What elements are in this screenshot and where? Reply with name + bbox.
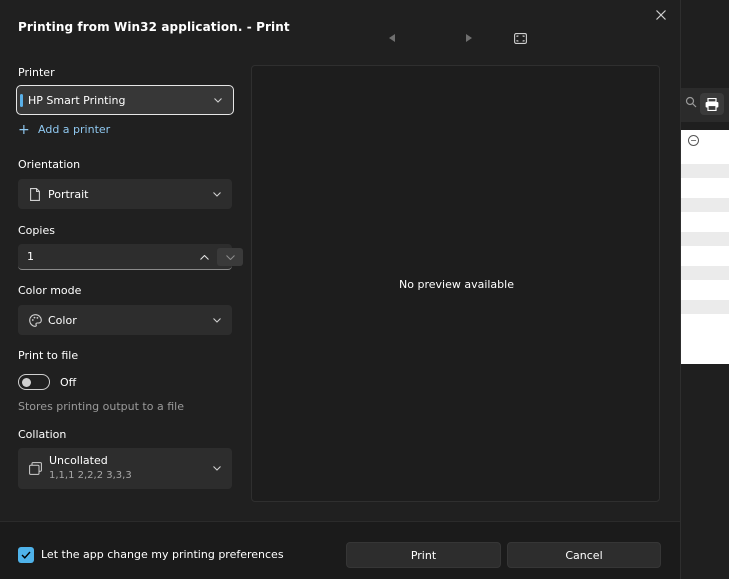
pages-stack-icon [28, 461, 42, 475]
collation-label: Collation [18, 428, 67, 441]
orientation-select[interactable]: Portrait [18, 179, 232, 209]
selection-accent [20, 94, 23, 107]
orientation-label: Orientation [18, 158, 81, 171]
collation-value: Uncollated [49, 454, 108, 467]
color-mode-select[interactable]: Color [18, 305, 232, 335]
background-row [680, 266, 729, 280]
plus-icon: + [18, 121, 30, 138]
increment-copies-button[interactable] [194, 248, 214, 266]
printer-icon[interactable] [700, 93, 724, 115]
copies-number-box[interactable]: 1 [18, 244, 243, 270]
copies-label: Copies [18, 224, 55, 237]
collation-detail: 1,1,1 2,2,2 3,3,3 [49, 470, 132, 481]
add-printer-link[interactable]: + Add a printer [18, 121, 111, 138]
add-printer-label: Add a printer [38, 123, 111, 136]
no-preview-message: No preview available [399, 278, 514, 291]
copies-value: 1 [27, 250, 34, 263]
background-row [680, 164, 729, 178]
background-minus-icon: − [688, 135, 699, 146]
cancel-button[interactable]: Cancel [507, 542, 661, 568]
fit-to-window-icon[interactable] [513, 32, 527, 44]
print-dialog: Printing from Win32 application. - Print… [0, 0, 681, 579]
previous-page-icon[interactable] [385, 30, 399, 46]
page-icon [28, 187, 42, 201]
printer-select[interactable]: HP Smart Printing [16, 85, 234, 115]
print-to-file-hint: Stores printing output to a file [18, 400, 184, 413]
background-row [680, 300, 729, 314]
orientation-value: Portrait [48, 187, 89, 201]
collation-select[interactable]: Uncollated 1,1,1 2,2,2 3,3,3 [18, 448, 232, 489]
print-to-file-label: Print to file [18, 349, 79, 362]
palette-icon [28, 313, 42, 327]
decrement-copies-button[interactable] [217, 248, 243, 266]
toggle-state-label: Off [60, 376, 77, 389]
background-row [680, 232, 729, 246]
close-icon[interactable] [651, 5, 671, 25]
print-to-file-toggle[interactable] [18, 374, 50, 390]
printer-label: Printer [18, 66, 55, 79]
app-preferences-checkbox[interactable] [18, 547, 34, 563]
color-mode-label: Color mode [18, 284, 82, 297]
dialog-title: Printing from Win32 application. - Print [18, 20, 290, 34]
print-preview-pane: No preview available [251, 65, 660, 502]
app-preferences-label[interactable]: Let the app change my printing preferenc… [41, 548, 284, 561]
background-row [680, 198, 729, 212]
chevron-down-icon [212, 189, 222, 199]
zoom-preview-icon[interactable] [684, 96, 698, 110]
chevron-down-icon [212, 315, 222, 325]
color-mode-value: Color [48, 313, 77, 327]
printer-value: HP Smart Printing [28, 93, 126, 107]
chevron-down-icon [213, 95, 223, 105]
print-button[interactable]: Print [346, 542, 501, 568]
next-page-icon[interactable] [462, 30, 476, 46]
toggle-knob [22, 377, 31, 387]
chevron-down-icon [212, 463, 222, 473]
